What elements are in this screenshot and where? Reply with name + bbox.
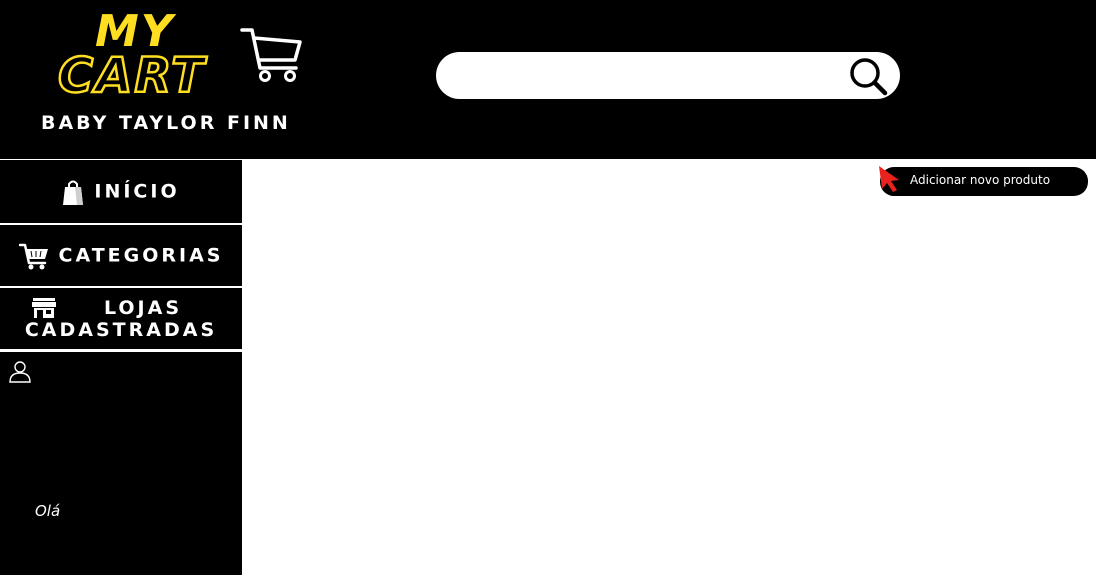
sidebar-item-label: CATEGORIAS [58,244,224,266]
pointer-cursor-icon [879,166,899,192]
shopping-bag-icon [63,180,84,205]
sidebar-item-lojas-content: LOJAS CADASTRADAS [21,297,221,341]
shopping-cart-icon [18,243,48,269]
search-input[interactable] [456,60,846,91]
brand-name: BABY TAYLOR FINN [41,112,291,134]
sidebar: INÍCIO CATEGORIAS LOJAS CADASTRADAS Olá [0,159,242,575]
store-icon [32,297,56,318]
sidebar-item-categorias[interactable]: CATEGORIAS [0,223,242,286]
sidebar-divider [0,349,242,352]
sidebar-item-inicio-content: INÍCIO [62,178,179,206]
logo-text-cart: CART [57,48,206,104]
header: MY CART BABY TAYLOR FINN [0,0,1096,159]
add-product-button[interactable]: Adicionar novo produto [879,166,1088,196]
sidebar-item-inicio[interactable]: INÍCIO [0,159,242,223]
search-bar [436,52,900,99]
add-product-label: Adicionar novo produto [910,173,1051,187]
sidebar-item-lojas-cadastradas[interactable]: LOJAS CADASTRADAS [0,286,242,349]
user-icon[interactable] [8,359,32,383]
greeting-text: Olá [35,502,61,520]
sidebar-item-label: INÍCIO [94,180,180,202]
shopping-cart-icon [240,28,302,82]
search-icon[interactable] [846,54,890,98]
sidebar-item-categorias-content: CATEGORIAS [18,242,224,270]
